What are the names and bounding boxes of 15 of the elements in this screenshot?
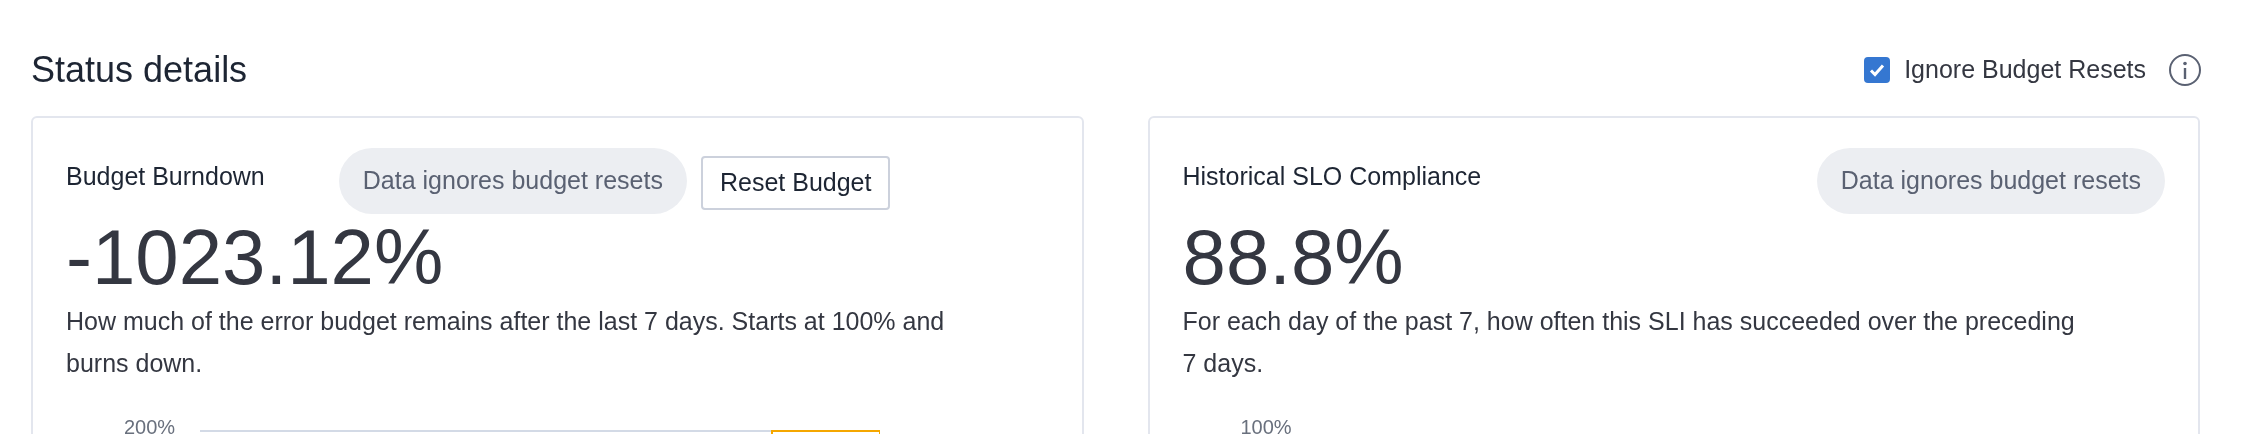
info-icon[interactable] bbox=[2168, 53, 2202, 87]
card-title: Budget Burndown bbox=[66, 161, 265, 192]
section-title: Status details bbox=[31, 48, 248, 92]
metric-value: 88.8% bbox=[1182, 218, 1405, 296]
reset-budget-button[interactable]: Reset Budget bbox=[700, 156, 891, 210]
metric-description: For each day of the past 7, how often this SLI has succeeded over the preceding 7 days. bbox=[1182, 306, 2076, 379]
axis-label: 100% bbox=[1240, 415, 1292, 434]
metric-description: How much of the error budget remains after the last 7 days. Starts at 100% and burns down. bbox=[66, 306, 946, 379]
checkbox[interactable] bbox=[1864, 57, 1891, 83]
status-badge: Data ignores budget resets bbox=[1816, 148, 2165, 214]
status-badge: Data ignores budget resets bbox=[338, 148, 687, 214]
checkbox-label: Ignore Budget Resets bbox=[1904, 54, 2146, 86]
card-title: Historical SLO Compliance bbox=[1182, 161, 1482, 192]
axis-label: 200% bbox=[124, 415, 176, 434]
metric-value: -1023.12% bbox=[66, 218, 445, 296]
